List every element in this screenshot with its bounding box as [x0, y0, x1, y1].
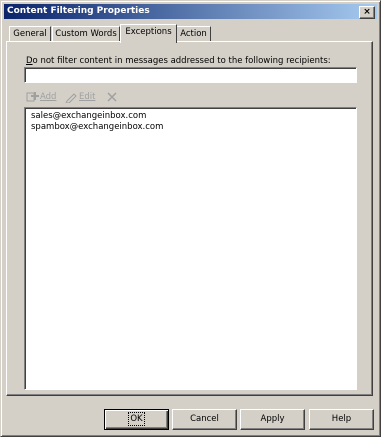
close-button[interactable]: ×	[359, 6, 375, 19]
recipients-list[interactable]: sales@exchangeinbox.com spambox@exchange…	[24, 107, 357, 390]
help-button[interactable]: Help	[309, 409, 374, 430]
edit-label: Edit	[79, 92, 96, 102]
apply-label: Apply	[260, 414, 285, 424]
tab-exceptions[interactable]: Exceptions	[120, 24, 177, 43]
add-icon	[26, 91, 39, 101]
apply-button[interactable]: Apply	[240, 409, 305, 430]
cancel-label: Cancel	[190, 414, 219, 424]
tab-action-label: Action	[180, 29, 207, 39]
delete-x-icon	[107, 91, 117, 102]
list-item[interactable]: sales@exchangeinbox.com	[25, 111, 356, 122]
close-icon: ×	[363, 7, 371, 17]
prompt-text: o not filter content in messages address…	[32, 56, 331, 66]
add-button[interactable]: Add	[26, 90, 56, 104]
ok-label: OK	[128, 412, 145, 426]
tab-custom-words-label: Custom Words	[55, 29, 117, 39]
delete-button[interactable]	[106, 90, 118, 104]
tab-custom-words[interactable]: Custom Words	[52, 26, 120, 42]
cancel-button[interactable]: Cancel	[172, 409, 237, 430]
add-label: Add	[40, 92, 57, 102]
title-bar[interactable]: Content Filtering Properties ×	[4, 4, 377, 19]
ok-button[interactable]: OK	[104, 409, 169, 430]
tab-general-label: General	[13, 29, 47, 39]
pencil-icon	[65, 92, 77, 103]
recipient-input[interactable]	[24, 67, 357, 83]
tab-action[interactable]: Action	[176, 26, 211, 42]
list-item[interactable]: spambox@exchangeinbox.com	[25, 122, 356, 133]
recipients-prompt-label: Do not filter content in messages addres…	[26, 56, 331, 66]
edit-button[interactable]: Edit	[65, 90, 95, 104]
tab-general[interactable]: General	[9, 26, 51, 42]
window-title: Content Filtering Properties	[7, 6, 150, 16]
help-label: Help	[331, 414, 352, 424]
tab-exceptions-label: Exceptions	[125, 27, 172, 37]
